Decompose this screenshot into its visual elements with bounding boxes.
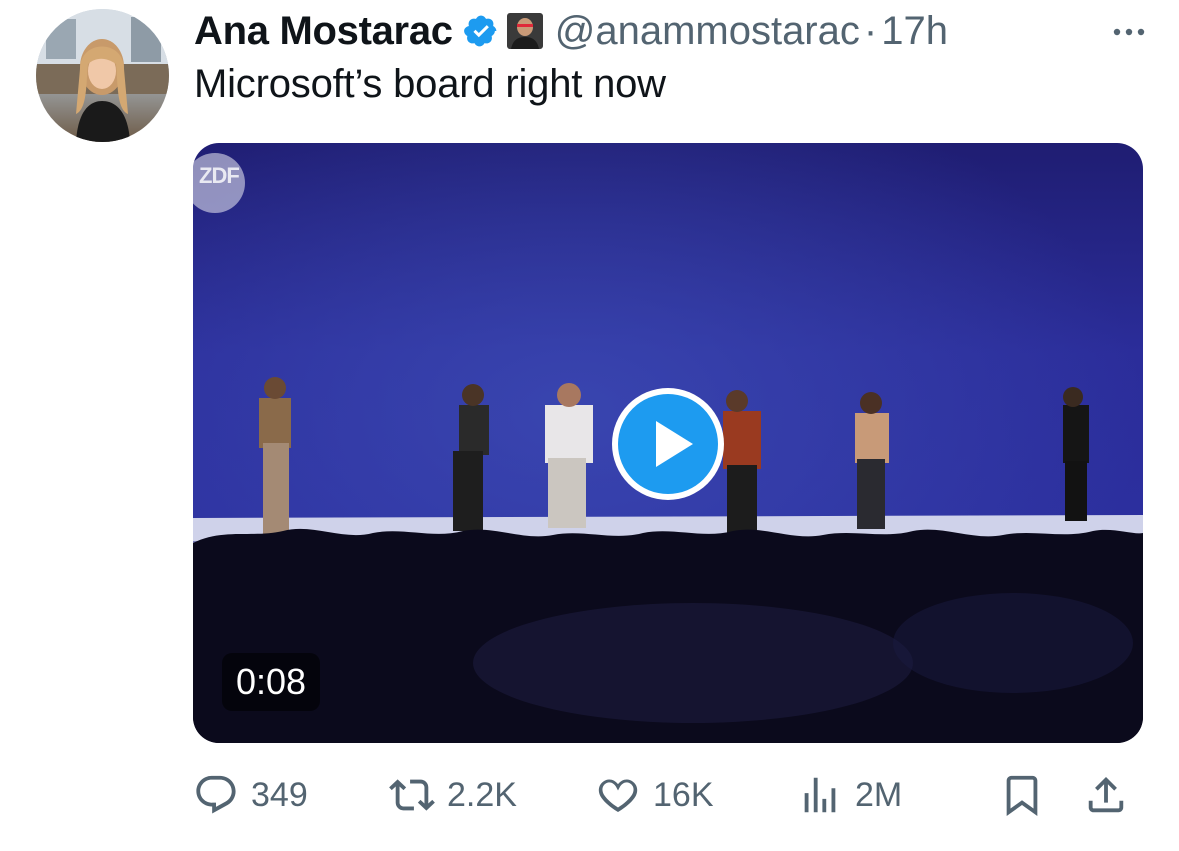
tweet-header: Ana Mostarac @anammostarac · 17h	[194, 6, 1159, 56]
share-button[interactable]	[1083, 770, 1129, 820]
verified-badge-icon[interactable]	[463, 13, 499, 49]
reply-count: 349	[251, 775, 308, 814]
views-icon	[804, 777, 836, 813]
reply-icon	[196, 775, 236, 814]
avatar[interactable]	[36, 9, 169, 142]
action-bar: 349 2.2K 16K 2M	[193, 770, 1143, 820]
affiliate-badge-icon[interactable]	[506, 13, 543, 49]
video-player[interactable]: ZDF 0:08	[193, 143, 1143, 743]
repost-count: 2.2K	[447, 775, 517, 814]
heart-icon	[598, 779, 638, 813]
repost-icon	[389, 779, 435, 811]
tweet-text: Microsoft’s board right now	[194, 62, 666, 106]
video-duration: 0:08	[222, 653, 321, 711]
views-count: 2M	[855, 775, 903, 814]
like-button[interactable]: 16K	[595, 770, 714, 820]
more-icon[interactable]	[1099, 18, 1159, 46]
display-name[interactable]: Ana Mostarac	[194, 9, 453, 54]
share-icon	[1088, 776, 1124, 813]
bookmark-button[interactable]	[999, 770, 1045, 820]
handle[interactable]: @anammostarac	[555, 9, 860, 54]
views-button[interactable]: 2M	[797, 770, 902, 820]
reply-button[interactable]: 349	[193, 770, 308, 820]
separator: ·	[863, 8, 878, 53]
repost-button[interactable]: 2.2K	[389, 770, 517, 820]
bookmark-icon	[1006, 775, 1038, 816]
play-icon[interactable]	[609, 385, 727, 503]
channel-watermark: ZDF	[199, 163, 240, 188]
like-count: 16K	[653, 775, 714, 814]
timestamp[interactable]: 17h	[881, 9, 948, 54]
